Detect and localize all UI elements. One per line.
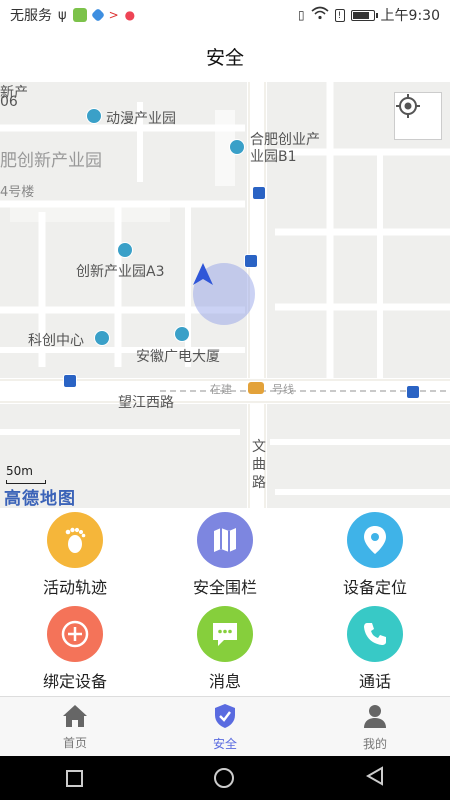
tab-home-label: 首页 <box>62 735 87 750</box>
page-title: 安全 <box>205 46 244 69</box>
usb-icon: ψ <box>58 7 67 23</box>
map-label-wangjiang: 望江西路 <box>118 395 174 411</box>
person-icon <box>363 703 387 733</box>
notification-app-icon <box>72 8 87 22</box>
map-label-zaijian: 在建 <box>210 383 232 396</box>
map-scale-label: 50m <box>6 464 33 478</box>
messages-label: 消息 <box>208 672 241 691</box>
bind-device-button[interactable]: 绑定设备 <box>0 602 150 696</box>
vibrate-icon: ▯ <box>297 8 305 22</box>
metro-icon <box>248 382 264 394</box>
activity-track-label: 活动轨迹 <box>42 578 107 597</box>
locate-me-button[interactable] <box>394 92 442 140</box>
carrier-label: 无服务 <box>10 8 52 24</box>
bind-device-label: 绑定设备 <box>42 672 107 691</box>
shield-check-icon <box>213 703 237 733</box>
tab-safety-label: 安全 <box>212 736 237 751</box>
bus-stop-icon-1 <box>252 186 266 200</box>
status-right: ▯ ! 上午9:30 <box>298 5 440 25</box>
poi-a3-icon <box>117 242 133 258</box>
map-label-chuangxin: 肥创新产业园 <box>0 151 102 171</box>
tab-mine-label: 我的 <box>362 736 387 751</box>
footprint-icon <box>47 512 103 568</box>
map-label-wen: 文 <box>252 439 266 455</box>
safety-fence-button[interactable]: 安全围栏 <box>150 508 300 602</box>
back-triangle-icon[interactable] <box>365 766 385 790</box>
recent-apps-icon[interactable] <box>65 769 83 787</box>
clock-label: 上午9:30 <box>380 8 440 24</box>
bus-stop-icon-2 <box>244 254 258 268</box>
call-label: 通话 <box>358 672 391 691</box>
home-circle-icon[interactable] <box>213 768 234 788</box>
map-label-guangdian: 安徽广电大厦 <box>136 349 220 365</box>
tab-home[interactable]: 首页 <box>0 697 150 757</box>
map-label-lu: 路 <box>252 475 266 491</box>
messages-button[interactable]: 消息 <box>150 602 300 696</box>
paper-plane-icon <box>90 7 105 23</box>
battery-icon <box>350 9 378 21</box>
map-label-a3: 创新产业园A3 <box>76 264 165 280</box>
map-label-hefei-2: 业园B1 <box>250 149 297 165</box>
map-label-haoxian: 号线 <box>272 383 294 396</box>
device-location-button[interactable]: 设备定位 <box>300 508 450 602</box>
map-label-kechuang: 科创中心 <box>28 333 84 349</box>
poi-kechuang-icon <box>94 330 110 346</box>
call-button[interactable]: 通话 <box>300 602 450 696</box>
system-navigation-bar <box>0 756 450 800</box>
page-header: 安全 <box>0 30 450 82</box>
wifi-icon <box>311 6 329 24</box>
plus-circle-icon <box>47 606 103 662</box>
activity-track-button[interactable]: 活动轨迹 <box>0 508 150 602</box>
map-fold-icon <box>197 512 253 568</box>
alert-icon: ! <box>334 8 345 22</box>
poi-hefei-icon <box>229 139 245 155</box>
bus-stop-icon-3 <box>63 374 77 388</box>
map-label-qu: 曲 <box>252 457 266 473</box>
device-location-label: 设备定位 <box>342 578 407 597</box>
feature-grid: 活动轨迹 安全围栏 设备定位 绑定设备 消息 通话 <box>0 508 450 696</box>
amap-logo: 高德地图 <box>4 489 76 508</box>
current-location-marker <box>193 263 255 325</box>
location-pin-icon <box>347 512 403 568</box>
chat-bubble-icon <box>197 606 253 662</box>
home-icon <box>62 704 88 732</box>
map-label-4haolou: 4号楼 <box>0 185 35 200</box>
battery-fill <box>352 11 369 19</box>
map-label-dongman: 动漫产业园 <box>106 111 176 127</box>
bottom-tab-bar: 首页 安全 我的 <box>0 696 450 757</box>
poi-guangdian-icon <box>174 326 190 342</box>
flag-icon: > <box>108 8 119 22</box>
poi-dongman-icon <box>86 108 102 124</box>
phone-icon <box>347 606 403 662</box>
safety-fence-label: 安全围栏 <box>192 578 257 597</box>
map-label-06: 06 <box>0 94 18 110</box>
tab-mine[interactable]: 我的 <box>300 697 450 757</box>
status-left: 无服务 ψ > ● <box>10 5 135 25</box>
bus-stop-icon-4 <box>406 385 420 399</box>
status-bar: 无服务 ψ > ● ▯ ! 上午9:30 <box>0 0 450 30</box>
tab-safety[interactable]: 安全 <box>150 697 300 757</box>
map-pin-notification-icon: ● <box>124 8 136 22</box>
map-view[interactable]: 新产 06 动漫产业园 肥创新产业园 4号楼 合肥创业产 业园B1 创新产业园A… <box>0 82 450 508</box>
